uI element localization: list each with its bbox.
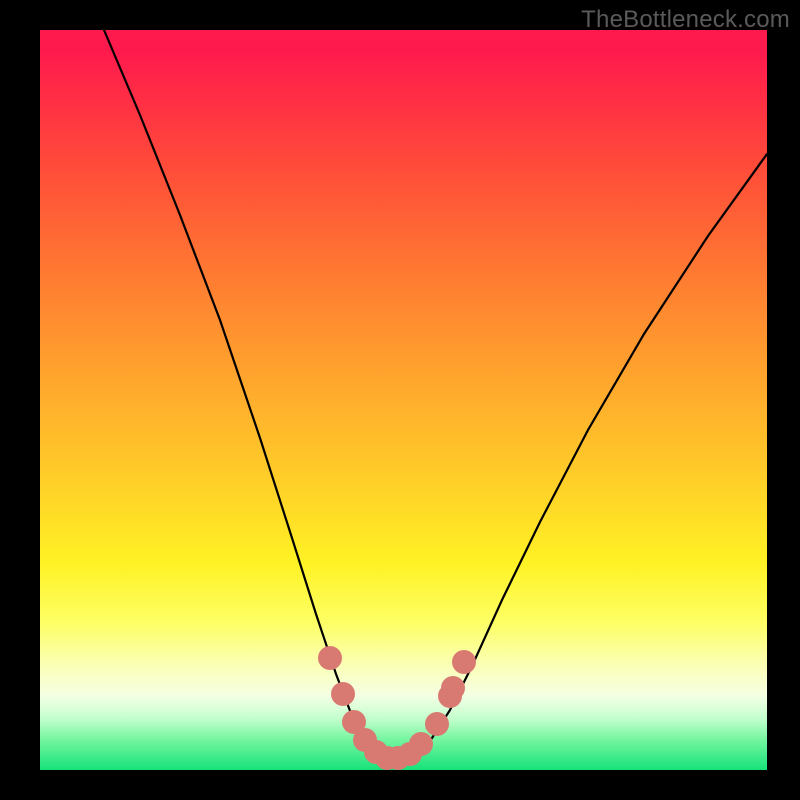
highlight-dots [318, 646, 476, 770]
plot-area [40, 30, 767, 770]
bottleneck-curve [104, 30, 767, 760]
highlight-dot [318, 646, 342, 670]
chart-stage: TheBottleneck.com [0, 0, 800, 800]
highlight-dot [438, 684, 462, 708]
highlight-dot [409, 732, 433, 756]
highlight-dot [425, 712, 449, 736]
highlight-dot [331, 682, 355, 706]
curve-svg [40, 30, 767, 770]
highlight-dot [452, 650, 476, 674]
